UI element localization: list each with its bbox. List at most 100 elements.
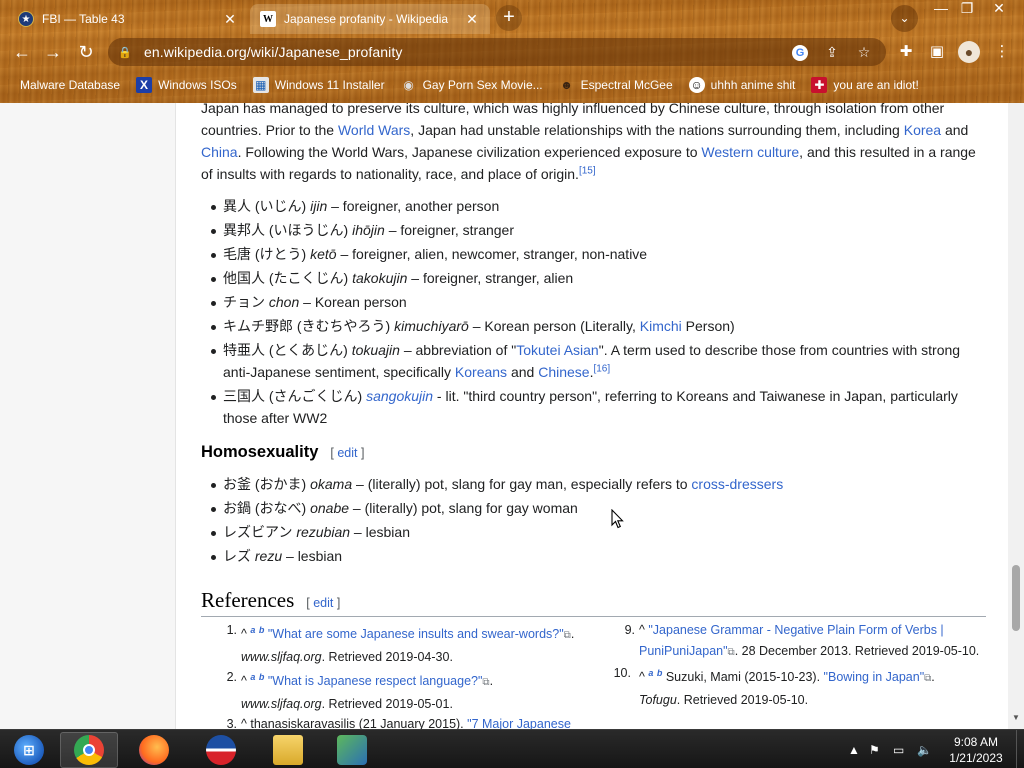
jp-term: レズビアン	[223, 524, 297, 540]
jp-term: お鍋 (おなべ)	[223, 500, 311, 516]
extensions-icon[interactable]: ✚	[894, 40, 918, 64]
ref-caret[interactable]: ^	[639, 623, 645, 637]
tab-search-button[interactable]: ⌄	[891, 5, 918, 32]
list-item: 毛唐 (けとう) ketō – foreigner, alien, newcom…	[201, 243, 986, 265]
profile-avatar[interactable]: ●	[958, 41, 980, 63]
backlink-b[interactable]: b	[259, 672, 265, 682]
definition: Person)	[681, 318, 735, 334]
bookmark-star-icon[interactable]: ☆	[852, 44, 876, 61]
link-kimchi[interactable]: Kimchi	[640, 318, 682, 334]
list-item: 異人 (いじん) ijin – foreigner, another perso…	[201, 195, 986, 217]
back-button[interactable]: ←	[10, 40, 34, 64]
new-tab-button[interactable]: +	[496, 5, 522, 31]
clock-time: 9:08 AM	[953, 735, 999, 749]
link-world-wars[interactable]: World Wars	[338, 122, 410, 138]
taskbar-firefox[interactable]	[125, 732, 183, 768]
url-text[interactable]: en.wikipedia.org/wiki/Japanese_profanity	[144, 44, 780, 60]
forward-button[interactable]: →	[41, 40, 65, 64]
link-koreans[interactable]: Koreans	[455, 364, 507, 380]
address-bar[interactable]: 🔒 en.wikipedia.org/wiki/Japanese_profani…	[108, 38, 886, 66]
bookmark-espectral-mcgee[interactable]: ☻ Espectral McGee	[559, 77, 673, 93]
bookmark-label: you are an idiot!	[833, 78, 919, 92]
clock-date: 1/21/2023	[949, 751, 1003, 765]
tab-wikipedia[interactable]: W Japanese profanity - Wikipedia ✕	[250, 4, 490, 34]
bookmark-movie-site[interactable]: ◉ Gay Porn Sex Movie...	[401, 77, 542, 93]
minimize-button[interactable]: —	[928, 0, 954, 18]
start-button[interactable]: ⊞	[0, 732, 58, 768]
backlink-a[interactable]: a	[250, 672, 255, 682]
external-link-icon: ⧉	[482, 677, 490, 689]
file-explorer-icon	[273, 735, 303, 765]
network-icon[interactable]: ▭	[893, 730, 904, 768]
section-heading-homosexuality: Homosexuality [ edit ]	[201, 443, 364, 462]
google-icon[interactable]: G	[788, 43, 812, 61]
definition: – Korean person (Literally,	[468, 318, 640, 334]
ref-title-link[interactable]: "7 Major Japanese	[467, 717, 571, 729]
jp-term: 毛唐 (けとう)	[223, 246, 311, 262]
link-korea[interactable]: Korea	[904, 122, 941, 138]
fbi-seal-icon: ★	[18, 11, 34, 27]
share-icon[interactable]: ⇪	[820, 44, 844, 61]
show-desktop-button[interactable]	[1016, 730, 1024, 768]
scrollbar-thumb[interactable]	[1012, 565, 1020, 631]
backlink-a[interactable]: a	[648, 668, 653, 678]
backlink-b[interactable]: b	[259, 625, 265, 635]
ref-title-link[interactable]: "Bowing in Japan"	[824, 670, 925, 684]
restore-button[interactable]: ❐	[954, 0, 980, 18]
citation-link[interactable]: [16]	[593, 363, 610, 374]
references-column-right: 9. ^ "Japanese Grammar - Negative Plain …	[614, 620, 985, 710]
romaji: chon	[268, 294, 300, 310]
show-hidden-icons[interactable]: ▲	[848, 730, 860, 768]
menu-icon[interactable]: ⋮	[990, 40, 1014, 64]
ref-retrieved: . Retrieved 2019-05-10.	[676, 692, 809, 707]
ref-title-link[interactable]: "What are some Japanese insults and swea…	[268, 627, 564, 641]
ref-title-link[interactable]: "What is Japanese respect language?"	[268, 674, 483, 688]
jp-term: 三国人 (さんごくじん)	[223, 388, 367, 404]
close-icon[interactable]: ✕	[464, 11, 480, 28]
system-clock[interactable]: 9:08 AM 1/21/2023	[940, 734, 1012, 766]
link-tokutei-asian[interactable]: Tokutei Asian	[516, 342, 599, 358]
lock-icon[interactable]: 🔒	[118, 46, 132, 59]
close-icon[interactable]: ✕	[222, 11, 238, 28]
link-sangokujin[interactable]: sangokujin	[366, 388, 433, 404]
bookmark-anime[interactable]: ☺ uhhh anime shit	[688, 77, 795, 93]
romaji: rezu	[254, 548, 283, 564]
bookmark-malware-database[interactable]: Malware Database	[20, 78, 120, 92]
link-china[interactable]: China	[201, 144, 238, 160]
backlink-a[interactable]: a	[250, 625, 255, 635]
reference-item: 9. ^ "Japanese Grammar - Negative Plain …	[625, 620, 985, 663]
volume-icon[interactable]: 🔈	[917, 730, 932, 768]
bookmark-label: Espectral McGee	[580, 78, 673, 92]
taskbar-network-app[interactable]	[323, 732, 381, 768]
anime-icon: ☺	[688, 77, 705, 93]
action-center-flag-icon[interactable]: ⚑	[869, 730, 880, 768]
reload-button[interactable]: ↻	[74, 40, 98, 64]
link-western-culture[interactable]: Western culture	[701, 144, 799, 160]
taskbar-chrome[interactable]	[60, 732, 118, 768]
citation-link[interactable]: [15]	[579, 165, 596, 176]
mouse-cursor-icon	[611, 509, 624, 529]
scroll-down-arrow-icon[interactable]: ▼	[1012, 713, 1020, 722]
page-scrollbar[interactable]: ▼	[1008, 103, 1024, 729]
tab-fbi[interactable]: ★ FBI — Table 43 ✕	[8, 4, 248, 34]
taskbar-app-obama[interactable]	[192, 732, 250, 768]
ref-retrieved: . Retrieved 2019-05-01.	[321, 696, 453, 711]
bookmark-windows-11-installer[interactable]: ▦ Windows 11 Installer	[252, 77, 385, 93]
close-window-button[interactable]: ✕	[985, 0, 1013, 18]
side-panel-icon[interactable]: ▣	[925, 40, 949, 64]
bookmark-windows-isos[interactable]: X Windows ISOs	[136, 77, 237, 93]
list-item: 三国人 (さんごくじん) sangokujin - lit. "third co…	[201, 385, 986, 429]
reference-item: 1. ^ a b "What are some Japanese insults…	[227, 620, 597, 667]
list-item: 特亜人 (とくあじん) tokuajin – abbreviation of "…	[201, 339, 986, 383]
edit-link[interactable]: edit	[313, 596, 333, 610]
ref-number: 1.	[226, 623, 237, 637]
reference-item: 2. ^ a b "What is Japanese respect langu…	[227, 667, 597, 714]
edit-link[interactable]: edit	[337, 446, 357, 460]
link-cross-dressers[interactable]: cross-dressers	[691, 476, 783, 492]
definition: – foreigner, stranger	[384, 222, 514, 238]
external-link-icon: ⧉	[563, 630, 571, 642]
ref-number: 9.	[624, 623, 635, 637]
bookmark-you-are-an-idiot[interactable]: ✚ you are an idiot!	[811, 77, 919, 93]
link-chinese[interactable]: Chinese	[538, 364, 589, 380]
taskbar-file-explorer[interactable]	[259, 732, 317, 768]
